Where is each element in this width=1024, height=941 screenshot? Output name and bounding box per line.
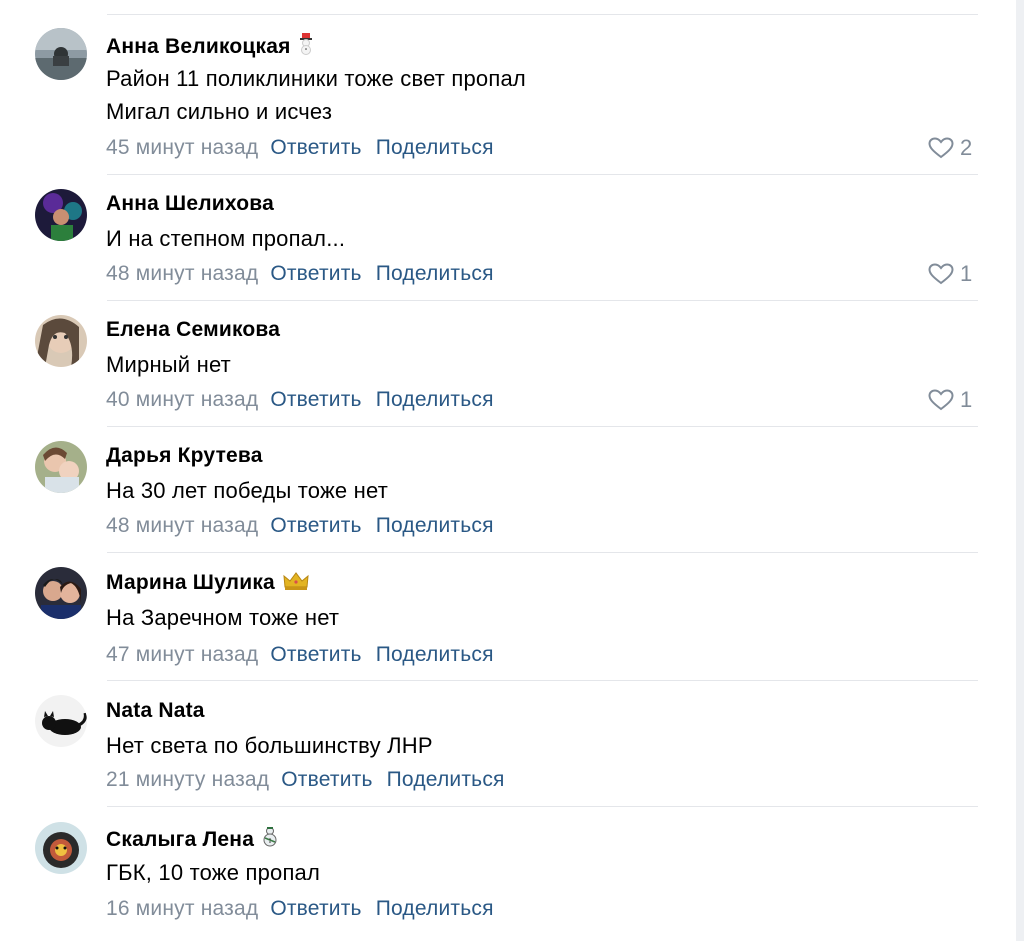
comment-author[interactable]: Анна Шелихова — [106, 192, 274, 216]
like-button[interactable]: 1 — [928, 261, 972, 287]
scrollbar[interactable] — [1016, 0, 1024, 941]
snowman-icon — [262, 826, 278, 854]
comment-meta: 47 минут назад Ответить Поделиться — [106, 643, 494, 667]
comment-text: Нет света по большинству ЛНР — [106, 733, 433, 758]
heart-icon — [928, 263, 954, 285]
comment-author[interactable]: Скалыга Лена — [106, 826, 278, 854]
crown-icon — [283, 571, 309, 597]
avatar[interactable] — [35, 189, 87, 241]
comment-time[interactable]: 48 минут назад — [106, 514, 258, 537]
comments-page: Анна Великоцкая Район 11 поликлиники тож… — [0, 0, 1024, 941]
comment-time[interactable]: 40 минут назад — [106, 388, 258, 411]
avatar[interactable] — [35, 441, 87, 493]
like-count: 2 — [960, 135, 973, 160]
divider — [107, 14, 978, 15]
comment-author[interactable]: Анна Великоцкая — [106, 33, 313, 61]
divider — [107, 426, 978, 427]
comment-text: Мигал сильно и исчез — [106, 99, 333, 124]
comment-time[interactable]: 16 минут назад — [106, 897, 258, 920]
divider — [107, 806, 978, 807]
share-button[interactable]: Поделиться — [376, 643, 494, 666]
reply-button[interactable]: Ответить — [270, 262, 361, 285]
comment-text: На Заречном тоже нет — [106, 605, 340, 630]
share-button[interactable]: Поделиться — [387, 768, 505, 791]
share-button[interactable]: Поделиться — [376, 388, 494, 411]
reply-button[interactable]: Ответить — [270, 897, 361, 920]
avatar[interactable] — [35, 822, 87, 874]
divider — [107, 680, 978, 681]
comment-text: Район 11 поликлиники тоже свет пропал — [106, 66, 526, 91]
heart-icon — [928, 389, 954, 411]
comment-author[interactable]: Дарья Крутева — [106, 444, 263, 468]
comment-meta: 48 минут назад Ответить Поделиться — [106, 262, 494, 286]
comment-meta: 45 минут назад Ответить Поделиться — [106, 136, 494, 160]
like-count: 1 — [960, 261, 973, 286]
share-button[interactable]: Поделиться — [376, 514, 494, 537]
comment-time[interactable]: 21 минуту назад — [106, 768, 269, 791]
heart-icon — [928, 137, 954, 159]
reply-button[interactable]: Ответить — [270, 136, 361, 159]
divider — [107, 552, 978, 553]
reply-button[interactable]: Ответить — [270, 388, 361, 411]
reply-button[interactable]: Ответить — [281, 768, 372, 791]
avatar[interactable] — [35, 315, 87, 367]
reply-button[interactable]: Ответить — [270, 514, 361, 537]
share-button[interactable]: Поделиться — [376, 897, 494, 920]
comment-time[interactable]: 45 минут назад — [106, 136, 258, 159]
like-button[interactable]: 2 — [928, 135, 972, 161]
comment-text: ГБК, 10 тоже пропал — [106, 860, 321, 885]
comment-author[interactable]: Марина Шулика — [106, 571, 309, 597]
comment-time[interactable]: 47 минут назад — [106, 643, 258, 666]
reply-button[interactable]: Ответить — [270, 643, 361, 666]
like-button[interactable]: 1 — [928, 387, 972, 413]
comment-text: И на степном пропал... — [106, 226, 346, 251]
comment-meta: 48 минут назад Ответить Поделиться — [106, 514, 494, 538]
comment-text: Мирный нет — [106, 352, 231, 377]
divider — [107, 174, 978, 175]
divider — [107, 300, 978, 301]
share-button[interactable]: Поделиться — [376, 136, 494, 159]
comment-meta: 21 минуту назад Ответить Поделиться — [106, 768, 505, 792]
avatar[interactable] — [35, 567, 87, 619]
comment-author[interactable]: Nata Nata — [106, 699, 205, 723]
like-count: 1 — [960, 387, 973, 412]
comment-meta: 40 минут назад Ответить Поделиться — [106, 388, 494, 412]
share-button[interactable]: Поделиться — [376, 262, 494, 285]
comment-meta: 16 минут назад Ответить Поделиться — [106, 897, 494, 921]
snowman-icon — [299, 33, 313, 61]
comment-time[interactable]: 48 минут назад — [106, 262, 258, 285]
comment-author[interactable]: Елена Семикова — [106, 318, 280, 342]
avatar[interactable] — [35, 695, 87, 747]
comment-text: На 30 лет победы тоже нет — [106, 478, 388, 503]
avatar[interactable] — [35, 28, 87, 80]
